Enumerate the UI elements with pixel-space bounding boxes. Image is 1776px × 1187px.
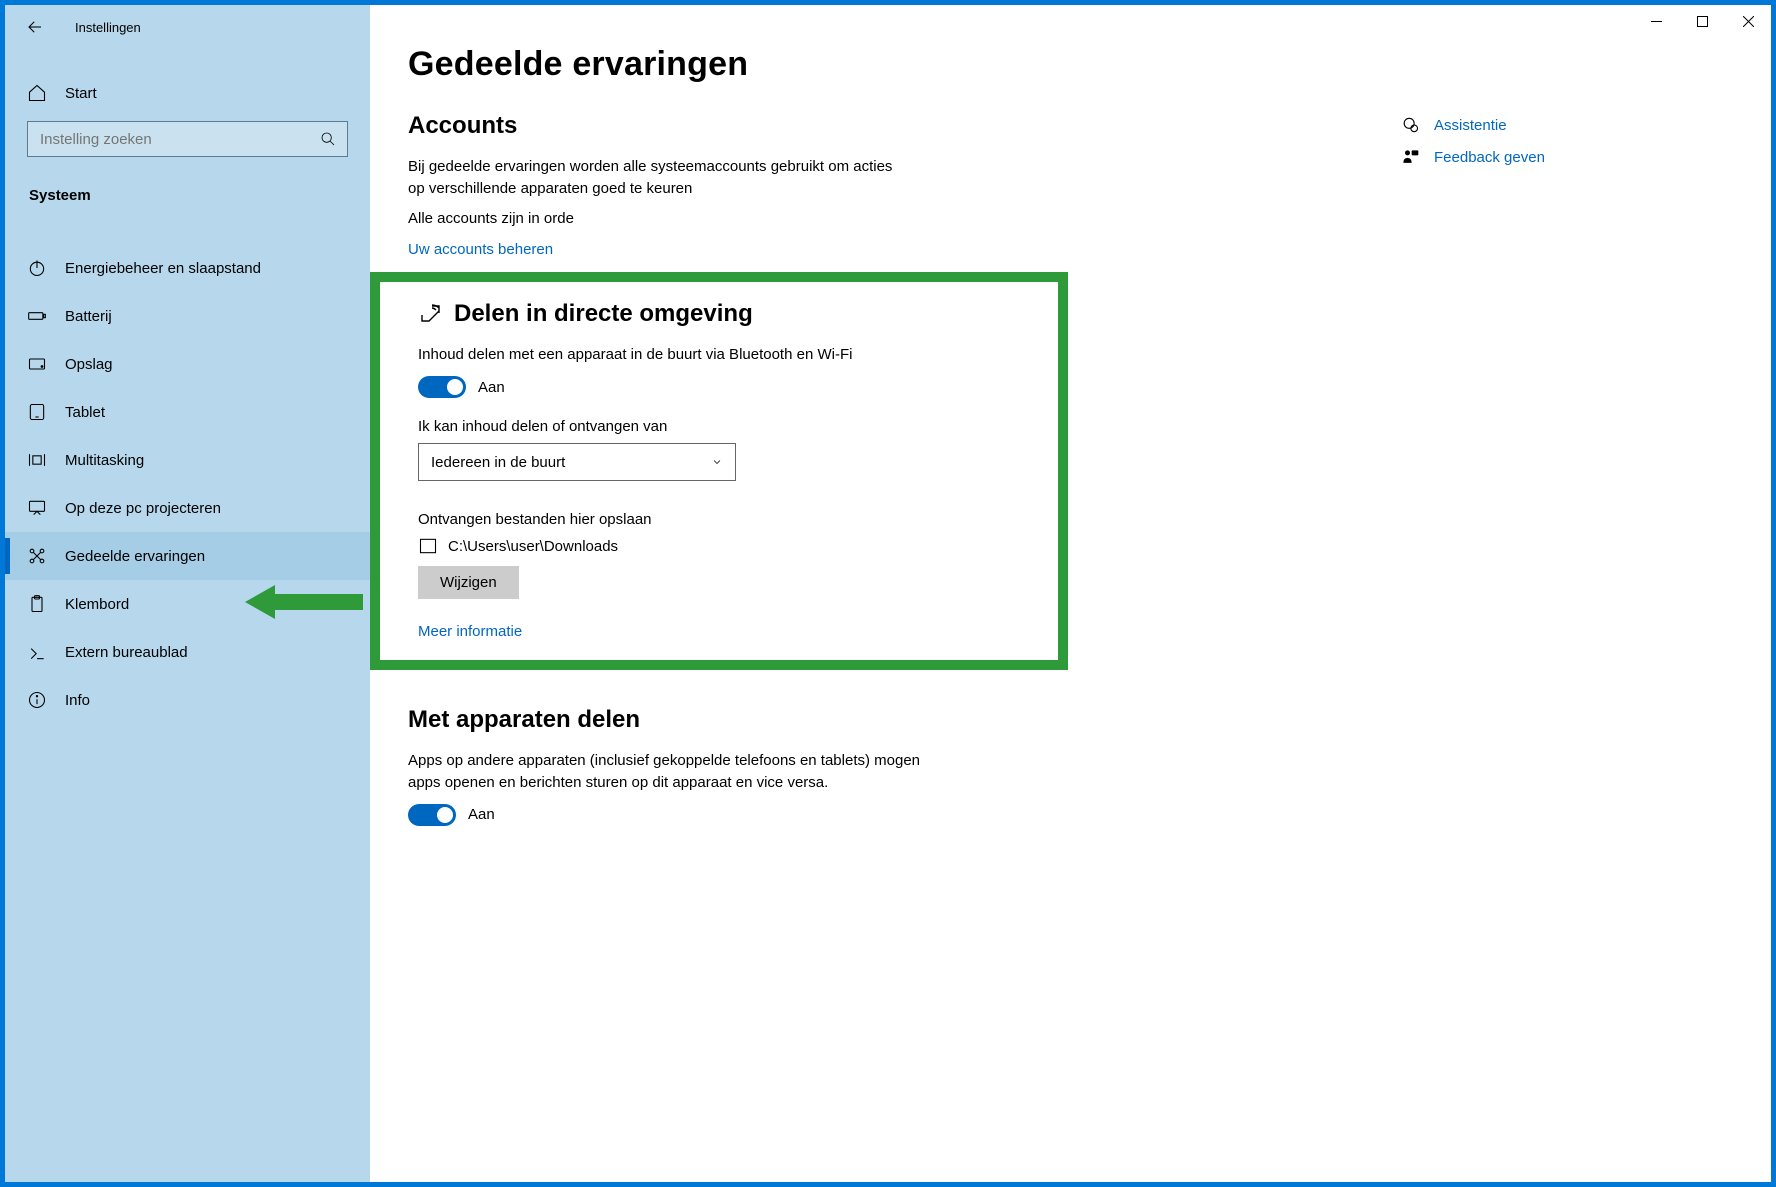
- section-title-nearby: Delen in directe omgeving: [418, 300, 1032, 328]
- sidebar-item-tablet[interactable]: Tablet: [5, 388, 370, 436]
- sidebar-item-label: Energiebeheer en slaapstand: [65, 260, 261, 277]
- maximize-button[interactable]: [1679, 5, 1725, 37]
- sidebar-item-battery[interactable]: Batterij: [5, 292, 370, 340]
- sidebar-home[interactable]: Start: [5, 69, 370, 115]
- folder-icon: [418, 536, 438, 556]
- change-location-button[interactable]: Wijzigen: [418, 566, 519, 599]
- sidebar-item-power-sleep[interactable]: Energiebeheer en slaapstand: [5, 244, 370, 292]
- nearby-toggle-row: Aan: [418, 376, 1032, 398]
- sidebar-home-label: Start: [65, 85, 97, 102]
- minimize-button[interactable]: [1633, 5, 1679, 37]
- sidebar-item-label: Multitasking: [65, 452, 144, 469]
- multitasking-icon: [27, 450, 47, 470]
- sidebar-item-remote-desktop[interactable]: Extern bureaublad: [5, 628, 370, 676]
- sidebar-item-shared-experiences[interactable]: Gedeelde ervaringen: [5, 532, 370, 580]
- sidebar-item-about[interactable]: Info: [5, 676, 370, 724]
- window-controls: [1633, 5, 1771, 37]
- receive-from-label: Ik kan inhoud delen of ontvangen van: [418, 418, 1032, 435]
- settings-window: Instellingen Start Systeem: [5, 5, 1771, 1182]
- sidebar-item-label: Batterij: [65, 308, 112, 325]
- sidebar-item-label: Gedeelde ervaringen: [65, 548, 205, 565]
- back-button[interactable]: [19, 11, 51, 43]
- clipboard-icon: [27, 594, 47, 614]
- storage-icon: [27, 354, 47, 374]
- receive-from-select[interactable]: Iedereen in de buurt: [418, 443, 736, 481]
- more-info-link[interactable]: Meer informatie: [418, 623, 522, 640]
- chevron-down-icon: [711, 456, 723, 468]
- section-title-accounts: Accounts: [408, 112, 1028, 140]
- cross-device-toggle-row: Aan: [408, 804, 1028, 826]
- aside-help: Assistentie Feedback geven: [1400, 115, 1545, 167]
- manage-accounts-link[interactable]: Uw accounts beheren: [408, 241, 553, 258]
- power-icon: [27, 258, 47, 278]
- nearby-desc: Inhoud delen met een apparaat in de buur…: [418, 344, 918, 366]
- page-title: Gedeelde ervaringen: [408, 45, 1028, 84]
- save-location-path-row: C:\Users\user\Downloads: [418, 536, 1032, 556]
- nearby-toggle[interactable]: [418, 376, 466, 398]
- get-help-link[interactable]: Assistentie: [1400, 115, 1545, 135]
- search-icon: [320, 131, 336, 147]
- sidebar-item-label: Extern bureaublad: [65, 644, 188, 661]
- sidebar-header: Instellingen: [5, 5, 370, 49]
- nearby-toggle-state: Aan: [478, 379, 505, 396]
- remote-icon: [27, 642, 47, 662]
- sidebar-item-label: Klembord: [65, 596, 129, 613]
- cross-device-toggle[interactable]: [408, 804, 456, 826]
- save-location-path: C:\Users\user\Downloads: [448, 538, 618, 555]
- cross-device-toggle-state: Aan: [468, 806, 495, 823]
- save-location-label: Ontvangen bestanden hier opslaan: [418, 511, 1032, 528]
- sidebar: Instellingen Start Systeem: [5, 5, 370, 1182]
- main-content: Gedeelde ervaringen Accounts Bij gedeeld…: [370, 5, 1771, 1182]
- share-icon: [418, 302, 442, 326]
- nearby-sharing-highlight: Delen in directe omgeving Inhoud delen m…: [370, 272, 1068, 670]
- feedback-icon: [1400, 147, 1420, 167]
- project-icon: [27, 498, 47, 518]
- sidebar-item-clipped[interactable]: [5, 214, 370, 244]
- section-title-cross-device: Met apparaten delen: [408, 706, 1028, 734]
- sidebar-item-storage[interactable]: Opslag: [5, 340, 370, 388]
- shared-icon: [27, 546, 47, 566]
- close-button[interactable]: [1725, 5, 1771, 37]
- accounts-status: Alle accounts zijn in orde: [408, 208, 908, 230]
- sidebar-item-label: Opslag: [65, 356, 113, 373]
- search-box: [27, 121, 348, 157]
- app-title: Instellingen: [75, 20, 141, 35]
- tablet-icon: [27, 402, 47, 422]
- sidebar-item-projecting[interactable]: Op deze pc projecteren: [5, 484, 370, 532]
- battery-icon: [27, 306, 47, 326]
- cross-device-desc: Apps op andere apparaten (inclusief geko…: [408, 750, 928, 794]
- sidebar-item-label: Tablet: [65, 404, 105, 421]
- sidebar-item-label: Op deze pc projecteren: [65, 500, 221, 517]
- sidebar-category: Systeem: [5, 163, 370, 214]
- search-input[interactable]: [27, 121, 348, 157]
- accounts-desc: Bij gedeelde ervaringen worden alle syst…: [408, 156, 908, 200]
- sidebar-nav: Energiebeheer en slaapstand Batterij Ops…: [5, 214, 370, 1182]
- sidebar-item-multitasking[interactable]: Multitasking: [5, 436, 370, 484]
- help-icon: [1400, 115, 1420, 135]
- home-icon: [27, 83, 47, 103]
- receive-from-value: Iedereen in de buurt: [431, 454, 565, 471]
- info-icon: [27, 690, 47, 710]
- give-feedback-link[interactable]: Feedback geven: [1400, 147, 1545, 167]
- sidebar-item-label: Info: [65, 692, 90, 709]
- sidebar-item-clipboard[interactable]: Klembord: [5, 580, 370, 628]
